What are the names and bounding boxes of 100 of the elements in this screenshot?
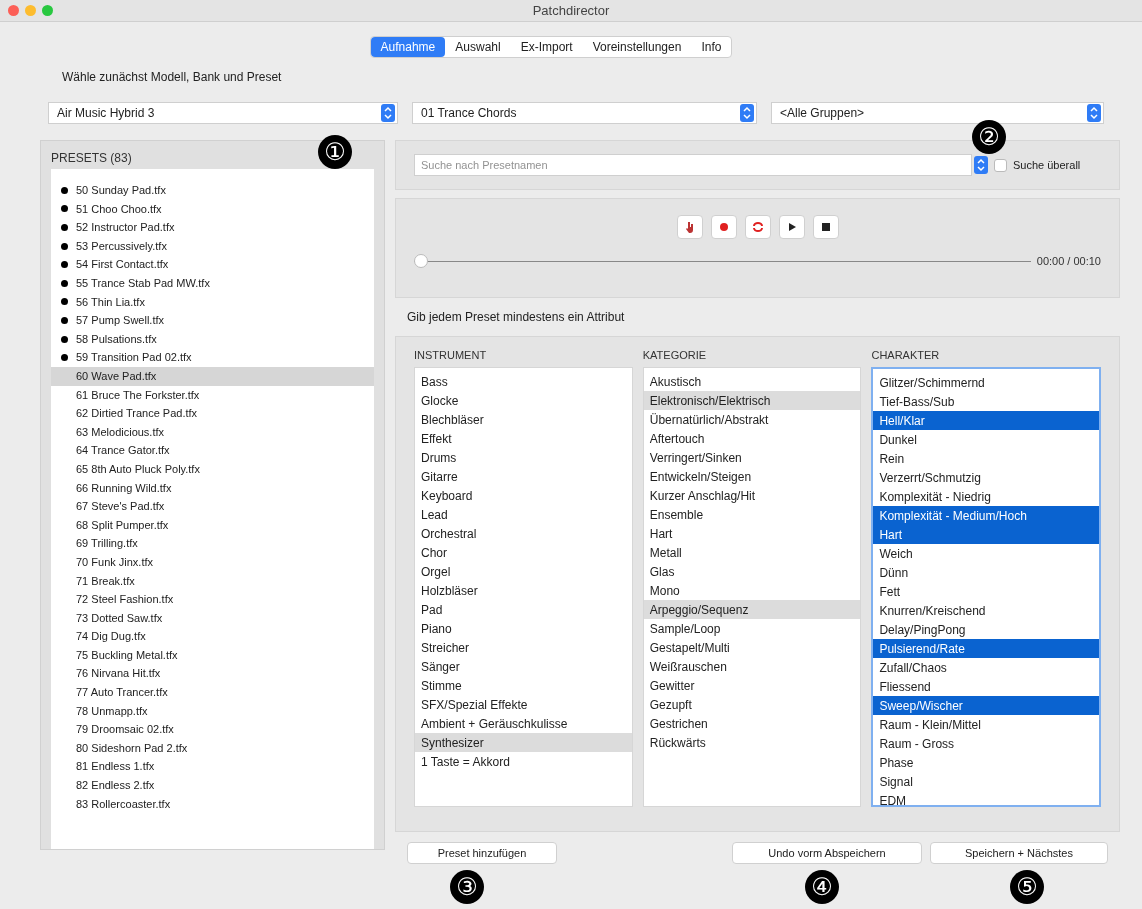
list-item[interactable]: 82 Endless 2.tfx (51, 776, 374, 795)
list-item[interactable]: Verzerrt/Schmutzig (873, 468, 1099, 487)
list-item[interactable]: Fliessend (873, 677, 1099, 696)
list-item[interactable]: 1 Taste = Akkord (415, 752, 632, 771)
list-item[interactable]: 52 Instructor Pad.tfx (51, 218, 374, 237)
list-item[interactable]: 64 Trance Gator.tfx (51, 441, 374, 460)
dropdown[interactable]: <Alle Gruppen> (771, 102, 1104, 124)
list-item[interactable]: Stimme (415, 676, 632, 695)
list-item[interactable]: Rein (873, 449, 1099, 468)
hand-button[interactable] (676, 215, 703, 239)
list-item[interactable]: Hart (873, 525, 1099, 544)
stepper-icon[interactable] (974, 156, 988, 174)
list-item[interactable]: 68 Split Pumper.tfx (51, 515, 374, 535)
list-item[interactable]: 51 Choo Choo.tfx (51, 199, 374, 219)
list-item[interactable]: 55 Trance Stab Pad MW.tfx (51, 273, 374, 293)
list-item[interactable]: Streicher (415, 638, 632, 657)
list-item[interactable]: Dünn (873, 563, 1099, 582)
list-item[interactable]: Phase (873, 753, 1099, 772)
list-item[interactable]: Hell/Klar (873, 411, 1099, 430)
list-item[interactable]: Keyboard (415, 486, 632, 505)
list-item[interactable]: Orgel (415, 562, 632, 581)
list-item[interactable]: Chor (415, 543, 632, 562)
list-item[interactable]: Glitzer/Schimmernd (873, 373, 1099, 392)
action-button[interactable]: Undo vorm Abspeichern (732, 842, 922, 864)
search-field[interactable]: Suche nach Presetnamen (414, 154, 972, 176)
list-item[interactable]: Übernatürlich/Abstrakt (643, 410, 861, 429)
dropdown[interactable]: 01 Trance Chords (412, 102, 757, 124)
list-item[interactable]: 80 Sideshorn Pad 2.tfx (51, 738, 374, 758)
slider-thumb[interactable] (414, 253, 428, 268)
stepper-icon[interactable] (740, 104, 754, 122)
list-item[interactable]: 58 Pulsations.tfx (51, 329, 374, 349)
list-item[interactable]: Bass (415, 372, 632, 391)
tab[interactable]: Info (691, 37, 732, 57)
checkbox[interactable] (994, 158, 1007, 172)
list-item[interactable]: Hart (643, 524, 861, 543)
tab[interactable]: Auswahl (445, 37, 511, 57)
list-item[interactable]: Komplexität - Niedrig (873, 487, 1099, 506)
play-button[interactable] (778, 215, 805, 239)
list-box[interactable] (871, 367, 1101, 807)
list-item[interactable]: 57 Pump Swell.tfx (51, 311, 374, 330)
list-item[interactable]: Rückwärts (643, 733, 861, 752)
list-item[interactable]: 56 Thin Lia.tfx (51, 292, 374, 312)
tab[interactable]: Aufnahme (370, 37, 446, 57)
list-item[interactable]: 72 Steel Fashion.tfx (51, 590, 374, 609)
list-item[interactable]: 77 Auto Trancer.tfx (51, 683, 374, 702)
list-item[interactable]: 62 Dirtied Trance Pad.tfx (51, 404, 374, 423)
list-item[interactable]: 74 Dig Dug.tfx (51, 627, 374, 646)
list-item[interactable]: Pulsierend/Rate (873, 639, 1099, 658)
list-box[interactable]: Bass Glocke Blechbläser Effekt Drums Gitarre Keyboard Lead Orchestral Chor Orgel Holzbläser Pad Piano Streicher Sänger Stimme SFX/Spezial Effekte Ambient + Geräuschkulisse Synthesizer 1 Taste = Akkord (414, 367, 633, 807)
list-item[interactable]: EDM (873, 791, 1099, 810)
stepper-icon[interactable] (1087, 104, 1101, 122)
list-item[interactable]: Blechbläser (415, 410, 632, 429)
list-item[interactable]: Delay/PingPong (873, 620, 1099, 639)
list-item[interactable]: Ensemble (643, 505, 861, 524)
list-item[interactable]: Piano (415, 619, 632, 638)
list-item[interactable]: 73 Dotted Saw.tfx (51, 608, 374, 628)
list-item[interactable]: SFX/Spezial Effekte (415, 695, 632, 714)
list-item[interactable]: Raum - Gross (873, 734, 1099, 753)
list-item[interactable]: 54 First Contact.tfx (51, 255, 374, 274)
list-item[interactable]: Ambient + Geräuschkulisse (415, 714, 632, 733)
list-item[interactable]: 78 Unmapp.tfx (51, 701, 374, 721)
list-item[interactable]: 60 Wave Pad.tfx (51, 366, 374, 386)
list-item[interactable]: Gestrichen (643, 714, 861, 733)
list-item[interactable]: 53 Percussively.tfx (51, 236, 374, 256)
list-item[interactable]: 59 Transition Pad 02.tfx (51, 348, 374, 367)
list-item[interactable]: Sweep/Wischer (873, 696, 1099, 715)
list-item[interactable]: Weißrauschen (643, 657, 861, 676)
list-item[interactable]: 63 Melodicious.tfx (51, 422, 374, 442)
stepper-icon[interactable] (381, 104, 395, 122)
list-item[interactable]: 50 Sunday Pad.tfx (51, 181, 374, 200)
list-item[interactable]: Elektronisch/Elektrisch (643, 391, 861, 410)
list-item[interactable]: Arpeggio/Sequenz (643, 600, 861, 619)
list-item[interactable]: 76 Nirvana Hit.tfx (51, 664, 374, 684)
list-item[interactable]: 79 Droomsaic 02.tfx (51, 720, 374, 739)
list-item[interactable]: 61 Bruce The Forkster.tfx (51, 385, 374, 405)
list-item[interactable]: Sänger (415, 657, 632, 676)
list-box[interactable] (642, 367, 862, 807)
list-item[interactable]: Orchestral (415, 524, 632, 543)
action-button[interactable]: Speichern + Nächstes (930, 842, 1108, 864)
stop-button[interactable] (812, 215, 839, 239)
list-item[interactable]: 83 Rollercoaster.tfx (51, 794, 374, 814)
list-item[interactable]: 71 Break.tfx (51, 571, 374, 591)
list-item[interactable]: Weich (873, 544, 1099, 563)
loop-button[interactable] (744, 215, 771, 239)
list-item[interactable]: Effekt (415, 429, 632, 448)
record-button[interactable] (710, 215, 737, 239)
list-item[interactable]: Kurzer Anschlag/Hit (643, 486, 861, 505)
list-item[interactable]: Glas (643, 562, 861, 581)
list-item[interactable]: Zufall/Chaos (873, 658, 1099, 677)
tab[interactable]: Voreinstellungen (582, 37, 692, 57)
list-item[interactable]: Komplexität - Medium/Hoch (873, 506, 1099, 525)
list-item[interactable]: 66 Running Wild.tfx (51, 478, 374, 498)
list-item[interactable]: Entwickeln/Steigen (643, 467, 861, 486)
list-item[interactable]: Gestapelt/Multi (643, 638, 861, 657)
list-item[interactable]: Knurren/Kreischend (873, 601, 1099, 620)
list-item[interactable]: Dunkel (873, 430, 1099, 449)
list-item[interactable]: 75 Buckling Metal.tfx (51, 645, 374, 665)
list-item[interactable]: Pad (415, 600, 632, 619)
list-item[interactable]: Signal (873, 772, 1099, 791)
list-item[interactable]: Gitarre (415, 467, 632, 486)
